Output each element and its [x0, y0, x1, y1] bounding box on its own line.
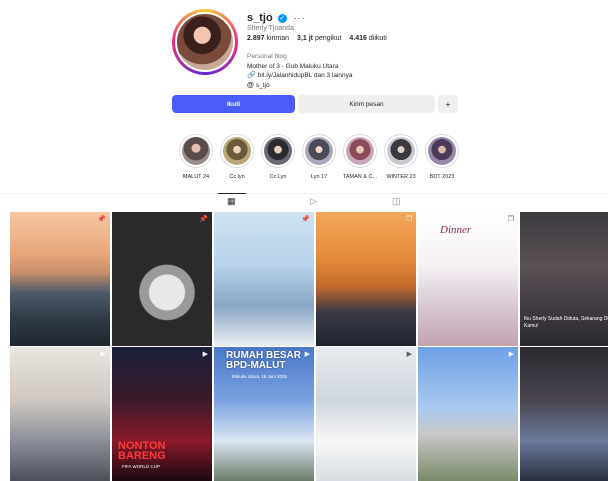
reel-icon: ▶ [304, 351, 310, 358]
tagged-icon: ◫ [392, 196, 401, 206]
post-tile[interactable]: ▶ [316, 347, 416, 481]
post-tile[interactable]: 📌 [112, 212, 212, 346]
post-overlay-text: RUMAH BESAR BPD-MALUT [226, 350, 301, 371]
post-tile[interactable]: 📌 [10, 212, 110, 346]
carousel-icon: ❐ [405, 216, 412, 223]
highlight-cover [302, 134, 336, 168]
highlight-cover [425, 134, 459, 168]
reel-icon: ▶ [406, 351, 412, 358]
post-tile[interactable]: 📌 [214, 212, 314, 346]
post-overlay-subtext: FIFA WORLD CUP [122, 464, 161, 469]
highlight-label: WINTER 23 [386, 174, 416, 180]
verified-badge-icon: ✓ [277, 13, 287, 23]
post-tile[interactable]: ▶ NONTON BARENG FIFA WORLD CUP [112, 347, 212, 481]
followers-count[interactable]: 3,1 jt pengikut [297, 35, 341, 42]
post-tile[interactable]: Dinner ❐ [418, 212, 518, 346]
highlight-cover [220, 134, 254, 168]
highlight-item[interactable]: Cc Lyn [258, 134, 298, 180]
link-icon: 🔗 [247, 72, 256, 79]
post-tile[interactable]: ▶ [10, 347, 110, 481]
bio-link[interactable]: 🔗 bit.ly/JalanhidupBL dan 3 lainnya [247, 71, 353, 81]
threads-icon: @ [247, 81, 254, 89]
profile-stats: 2.897 kiriman 3,1 jt pengikut 4.416 diik… [247, 35, 387, 42]
post-tile[interactable]: ▶ Ibu Sherly Sudah Diduta, Sekarang Diim… [520, 212, 608, 346]
posts-count: 2.897 kiriman [247, 35, 290, 42]
post-tile[interactable]: RUMAH BESAR BPD-MALUT Maluku Utara, 18 J… [214, 347, 314, 481]
highlight-item[interactable]: MALUT 24 [176, 134, 216, 180]
tabs-divider [0, 193, 608, 194]
follow-button[interactable]: Ikuti [172, 95, 295, 113]
highlight-label: Cc lyn [229, 174, 245, 180]
highlight-label: BDT 2023 [429, 174, 455, 180]
pinned-icon: 📌 [97, 216, 106, 223]
pinned-icon: 📌 [301, 216, 310, 223]
highlight-item[interactable]: BDT 2023 [422, 134, 462, 180]
tab-tagged[interactable]: ◫ [392, 196, 401, 207]
highlight-item[interactable]: TAMAN & C... [340, 134, 380, 180]
highlight-cover [343, 134, 377, 168]
reel-icon: ▶ [100, 351, 106, 358]
highlight-cover [179, 134, 213, 168]
avatar-image [175, 12, 235, 72]
highlight-item[interactable]: Lyn 17 [299, 134, 339, 180]
threads-link[interactable]: @ s_tjo [247, 81, 353, 91]
post-overlay-text: Ibu Sherly Sudah Diduta, Sekarang Diiman… [524, 316, 608, 329]
post-grid: 📌 📌 📌 ❐ Dinner ❐ ▶ Ibu Sherly Sudah Didu… [10, 212, 608, 481]
highlight-label: Cc Lyn [269, 174, 287, 180]
post-tile[interactable]: ▶ [520, 347, 608, 481]
highlight-label: TAMAN & C... [342, 174, 378, 180]
bio-text: Mother of 3 - Gub Maluku Utara [247, 62, 339, 70]
post-overlay-subtext: Maluku Utara, 18 Juni 2025 [232, 374, 288, 379]
post-tile[interactable]: ❐ [316, 212, 416, 346]
post-tile[interactable]: ▶ [418, 347, 518, 481]
carousel-icon: ❐ [507, 216, 514, 223]
profile-full-name: Sherly Tjoanda [247, 25, 294, 32]
bio-category: Personal blog [247, 53, 287, 60]
username-row: s_tjo ✓ ··· [247, 12, 306, 24]
profile-avatar[interactable] [172, 9, 238, 75]
highlight-item[interactable]: Cc lyn [217, 134, 257, 180]
pinned-icon: 📌 [199, 216, 208, 223]
highlight-label: Lyn 17 [310, 174, 328, 180]
highlight-cover [261, 134, 295, 168]
reels-icon: ▷ [310, 196, 317, 206]
tab-posts[interactable]: ▦ [227, 196, 236, 207]
profile-bio: Personal blog Mother of 3 - Gub Maluku U… [247, 52, 353, 90]
add-person-icon: +​ [445, 99, 451, 109]
post-overlay-text: NONTON BARENG [118, 440, 166, 462]
post-overlay-text: Dinner [440, 224, 472, 236]
highlight-label: MALUT 24 [182, 174, 210, 180]
message-button[interactable]: Kirim pesan [298, 95, 435, 113]
highlight-cover [384, 134, 418, 168]
more-options-icon[interactable]: ··· [294, 13, 306, 23]
profile-username: s_tjo [247, 12, 273, 24]
grid-icon: ▦ [227, 196, 236, 206]
highlight-item[interactable]: WINTER 23 [381, 134, 421, 180]
reel-icon: ▶ [202, 351, 208, 358]
tab-reels[interactable]: ▷ [310, 196, 317, 207]
suggest-accounts-button[interactable]: +​ [438, 95, 458, 113]
reel-icon: ▶ [508, 351, 514, 358]
active-tab-indicator [218, 193, 246, 194]
following-count[interactable]: 4.416 diikuti [349, 35, 386, 42]
